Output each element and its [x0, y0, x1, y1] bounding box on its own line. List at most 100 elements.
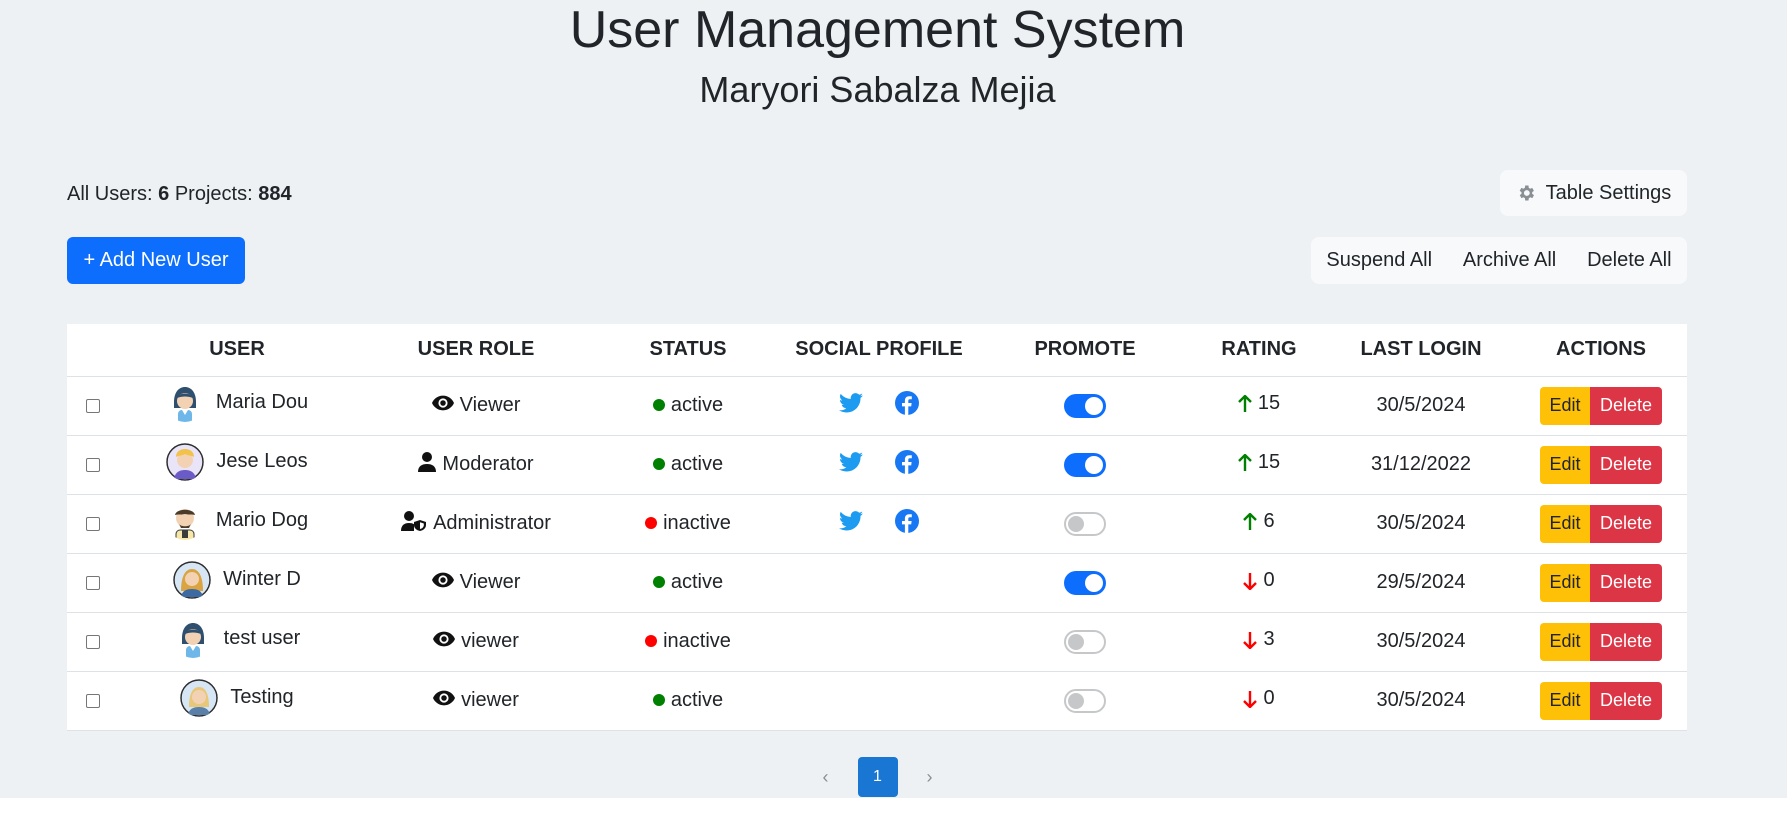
row-checkbox[interactable] [86, 693, 100, 708]
social-cell [779, 435, 979, 495]
delete-button[interactable]: Delete [1590, 563, 1662, 602]
delete-button[interactable]: Delete [1590, 681, 1662, 720]
table-header-row: USER USER ROLE STATUS SOCIAL PROFILE PRO… [67, 324, 1687, 377]
toggle-knob [1085, 396, 1103, 415]
promote-cell [979, 612, 1191, 672]
chevron-right-icon[interactable]: › [918, 767, 942, 788]
rating-cell: 3 [1191, 612, 1327, 672]
page-button-current[interactable]: 1 [857, 757, 898, 797]
summary-counts: All Users: 6 Projects: 884 [67, 183, 292, 206]
eye-icon [433, 630, 456, 653]
table-row: Mario Dog Administrator inactive 6 30/5/2024… [67, 494, 1687, 554]
user-shield-icon [401, 510, 427, 537]
page-subtitle: Maryori Sabalza Mejia [699, 69, 1056, 110]
arrow-down-icon [1243, 572, 1258, 590]
archive-all-button[interactable]: Archive All [1463, 249, 1556, 272]
actions-cell: Edit Delete [1515, 671, 1687, 731]
twitter-icon[interactable] [839, 451, 863, 478]
edit-button[interactable]: Edit [1540, 445, 1590, 484]
row-checkbox[interactable] [86, 575, 100, 590]
promote-toggle[interactable] [1064, 393, 1106, 418]
facebook-icon[interactable] [895, 390, 919, 421]
status-cell: active [597, 376, 779, 436]
chevron-left-icon[interactable]: ‹ [814, 767, 838, 788]
twitter-icon[interactable] [839, 392, 863, 419]
user-name: Maria Dou [215, 391, 309, 413]
avatar [180, 678, 219, 717]
row-checkbox[interactable] [86, 634, 100, 649]
edit-button[interactable]: Edit [1540, 622, 1590, 661]
edit-button[interactable]: Edit [1540, 504, 1590, 543]
delete-button[interactable]: Delete [1590, 504, 1662, 543]
facebook-icon[interactable] [895, 449, 919, 480]
delete-button[interactable]: Delete [1590, 445, 1662, 484]
toggle-knob [1068, 515, 1084, 532]
role-cell: Viewer [355, 376, 597, 436]
promote-cell [979, 671, 1191, 731]
edit-button[interactable]: Edit [1540, 386, 1590, 425]
header-status: STATUS [597, 324, 779, 377]
delete-all-button[interactable]: Delete All [1587, 249, 1672, 272]
promote-cell [979, 435, 1191, 495]
add-new-user-button[interactable]: + Add New User [67, 237, 245, 284]
status-badge: inactive [663, 629, 731, 652]
rating-value: 3 [1263, 628, 1275, 651]
twitter-icon[interactable] [839, 510, 863, 537]
user-cell: Testing [119, 671, 355, 731]
actions-cell: Edit Delete [1515, 435, 1687, 495]
avatar [173, 560, 211, 599]
arrow-down-icon [1243, 631, 1258, 649]
delete-button[interactable]: Delete [1590, 386, 1662, 425]
actions-cell: Edit Delete [1515, 376, 1687, 436]
status-dot [652, 399, 665, 412]
table-row: test user viewer inactive 3 30/5/2024 Edit Del… [67, 612, 1687, 672]
suspend-all-button[interactable]: Suspend All [1326, 249, 1432, 272]
header-user-role: USER ROLE [355, 324, 597, 377]
user-role: Administrator [433, 512, 551, 534]
delete-button[interactable]: Delete [1590, 622, 1662, 661]
status-badge: active [670, 452, 724, 475]
role-cell: Viewer [355, 553, 597, 613]
last-login: 31/12/2022 [1327, 435, 1515, 495]
header-promote: PROMOTE [979, 324, 1191, 377]
promote-toggle[interactable] [1064, 629, 1106, 654]
rating-cell: 15 [1191, 376, 1327, 436]
edit-button[interactable]: Edit [1540, 563, 1590, 602]
header-last-login: LAST LOGIN [1327, 324, 1515, 377]
user-name: Winter D [223, 568, 301, 590]
promote-cell [979, 376, 1191, 436]
promote-toggle[interactable] [1064, 511, 1106, 536]
promote-toggle[interactable] [1064, 688, 1106, 713]
role-cell: Administrator [355, 494, 597, 554]
select-cell [67, 671, 119, 731]
users-count-label: All Users: [67, 183, 153, 205]
status-cell: active [597, 435, 779, 495]
arrow-up-icon [1243, 512, 1258, 530]
status-dot [645, 635, 658, 648]
edit-button[interactable]: Edit [1540, 681, 1590, 720]
row-checkbox[interactable] [86, 457, 100, 472]
table-settings-button[interactable]: Table Settings [1500, 170, 1687, 216]
row-checkbox[interactable] [86, 516, 100, 531]
promote-toggle[interactable] [1064, 570, 1106, 595]
social-cell [779, 553, 979, 613]
status-badge: inactive [663, 511, 731, 534]
status-badge: active [670, 688, 724, 711]
last-login: 30/5/2024 [1327, 671, 1515, 731]
status-cell: inactive [597, 494, 779, 554]
toggle-knob [1085, 573, 1103, 592]
promote-toggle[interactable] [1064, 452, 1106, 477]
user-name: Mario Dog [215, 509, 309, 531]
header-actions: ACTIONS [1515, 324, 1687, 377]
user-role: Viewer [459, 571, 521, 593]
last-login: 29/5/2024 [1327, 553, 1515, 613]
last-login: 30/5/2024 [1327, 612, 1515, 672]
toggle-knob [1068, 633, 1084, 650]
table-row: Jese Leos Moderator active 15 31/12/2022 Edit… [67, 435, 1687, 495]
row-checkbox[interactable] [86, 398, 100, 413]
facebook-icon[interactable] [895, 508, 919, 539]
avatar [166, 442, 205, 481]
user-name: Testing [230, 686, 294, 708]
table-settings-label: Table Settings [1545, 181, 1672, 204]
select-cell [67, 553, 119, 613]
